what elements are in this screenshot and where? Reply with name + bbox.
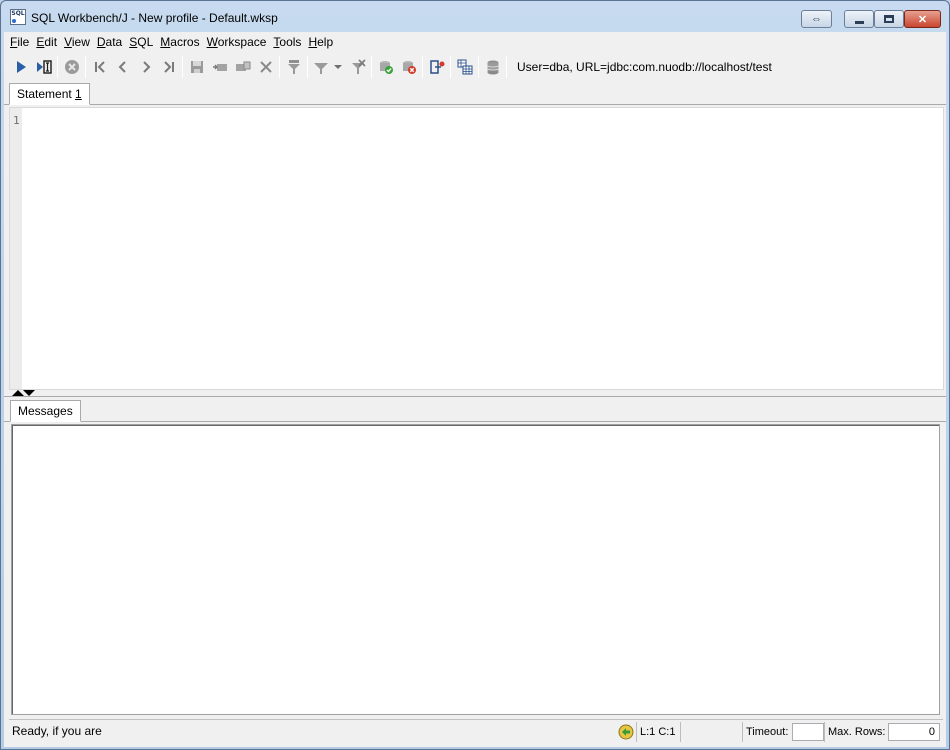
toolbar-separator [478,56,479,78]
toolbar-separator [57,56,58,78]
copy-row-icon [235,61,250,71]
window-title: SQL Workbench/J - New profile - Default.… [31,11,278,25]
messages-panel[interactable] [11,424,940,715]
menu-bar: File Edit View Data SQL Macros Workspace… [4,32,946,52]
line-number: 1 [13,114,20,127]
save-icon [190,61,203,73]
filter-by-value-button[interactable] [282,56,305,78]
disconnect-button[interactable] [425,56,448,78]
swap-arrows-icon: ⇔ [811,13,822,25]
insert-row-button[interactable] [208,56,231,78]
previous-button[interactable] [111,56,134,78]
disconnect-icon [429,60,444,74]
tab-messages[interactable]: Messages [10,400,81,422]
toolbar-separator [307,56,308,78]
line-number-gutter: 1 [10,108,22,389]
max-rows-field[interactable]: 0 [888,723,940,741]
rollback-icon [402,61,416,74]
toolbar-separator [85,56,86,78]
menu-edit[interactable]: Edit [36,35,57,49]
tab-label: Messages [18,404,73,418]
application-window: SQL SQL Workbench/J - New profile - Defa… [0,0,950,750]
toolbar-separator [506,56,507,78]
last-button[interactable] [157,56,180,78]
connection-status-icon[interactable] [618,724,634,740]
toolbar-separator [422,56,423,78]
editor-tab-strip: Statement 1 [4,81,946,105]
tab-number: 1 [75,87,82,101]
delete-row-icon [259,61,272,73]
status-bar: Ready, if you are L:1 C:1 Timeout: Max. … [9,719,943,742]
menu-file[interactable]: File [10,35,29,49]
execute-current-button[interactable] [32,56,55,78]
maximize-icon [884,15,894,23]
copy-row-button[interactable] [231,56,254,78]
max-rows-label: Max. Rows: [824,722,888,742]
menu-macros[interactable]: Macros [160,35,199,49]
timeout-field[interactable] [792,723,824,741]
menu-view[interactable]: View [64,35,90,49]
tab-label: Statement [17,87,72,101]
minimize-icon [854,20,864,24]
tab-statement-1[interactable]: Statement 1 [9,83,90,105]
toolbar-separator [450,56,451,78]
previous-icon [118,61,126,73]
sql-editor[interactable]: 1 [9,107,944,390]
menu-tools[interactable]: Tools [273,35,301,49]
db-tree-icon [486,60,499,75]
status-spacer [680,722,742,742]
menu-sql[interactable]: SQL [129,35,153,49]
first-button[interactable] [88,56,111,78]
execute-current-icon [36,60,52,74]
delete-row-button[interactable] [254,56,277,78]
close-icon: ✕ [917,13,928,26]
db-explorer-icon [457,59,472,75]
client-area: File Edit View Data SQL Macros Workspace… [4,32,946,747]
toolbar-separator [182,56,183,78]
insert-row-icon [212,64,227,71]
sql-app-icon: SQL [10,9,26,25]
commit-icon [379,61,393,74]
execute-icon [16,61,26,73]
cursor-position: L:1 C:1 [636,722,680,742]
toolbar-separator [371,56,372,78]
menu-help[interactable]: Help [308,35,333,49]
commit-button[interactable] [374,56,397,78]
cancel-icon [64,60,79,74]
status-message: Ready, if you are [12,724,102,738]
title-bar[interactable]: SQL SQL Workbench/J - New profile - Defa… [1,1,949,33]
filter-dropdown-button[interactable] [310,56,346,78]
filter-dropdown-icon [314,63,342,74]
execute-button[interactable] [9,56,32,78]
maximize-button[interactable] [874,10,904,28]
swap-window-button[interactable]: ⇔ [801,10,832,28]
clear-filter-button[interactable] [346,56,369,78]
next-icon [142,61,150,73]
clear-filter-icon [351,59,366,74]
minimize-button[interactable] [844,10,874,28]
cancel-statement-button[interactable] [60,56,83,78]
divider-line [4,396,946,397]
toolbar: User=dba, URL=jdbc:com.nuodb://localhost… [4,54,946,80]
db-explorer-button[interactable] [453,56,476,78]
results-tab-strip: Messages [4,398,946,422]
filter-icon [287,60,300,74]
toolbar-separator [279,56,280,78]
next-button[interactable] [134,56,157,78]
close-button[interactable]: ✕ [904,10,941,28]
menu-data[interactable]: Data [97,35,122,49]
connection-info: User=dba, URL=jdbc:com.nuodb://localhost… [517,60,772,74]
menu-workspace[interactable]: Workspace [207,35,267,49]
db-tree-button[interactable] [481,56,504,78]
last-icon [163,61,174,73]
timeout-label: Timeout: [742,722,792,742]
rollback-button[interactable] [397,56,420,78]
first-icon [94,61,105,73]
save-button[interactable] [185,56,208,78]
